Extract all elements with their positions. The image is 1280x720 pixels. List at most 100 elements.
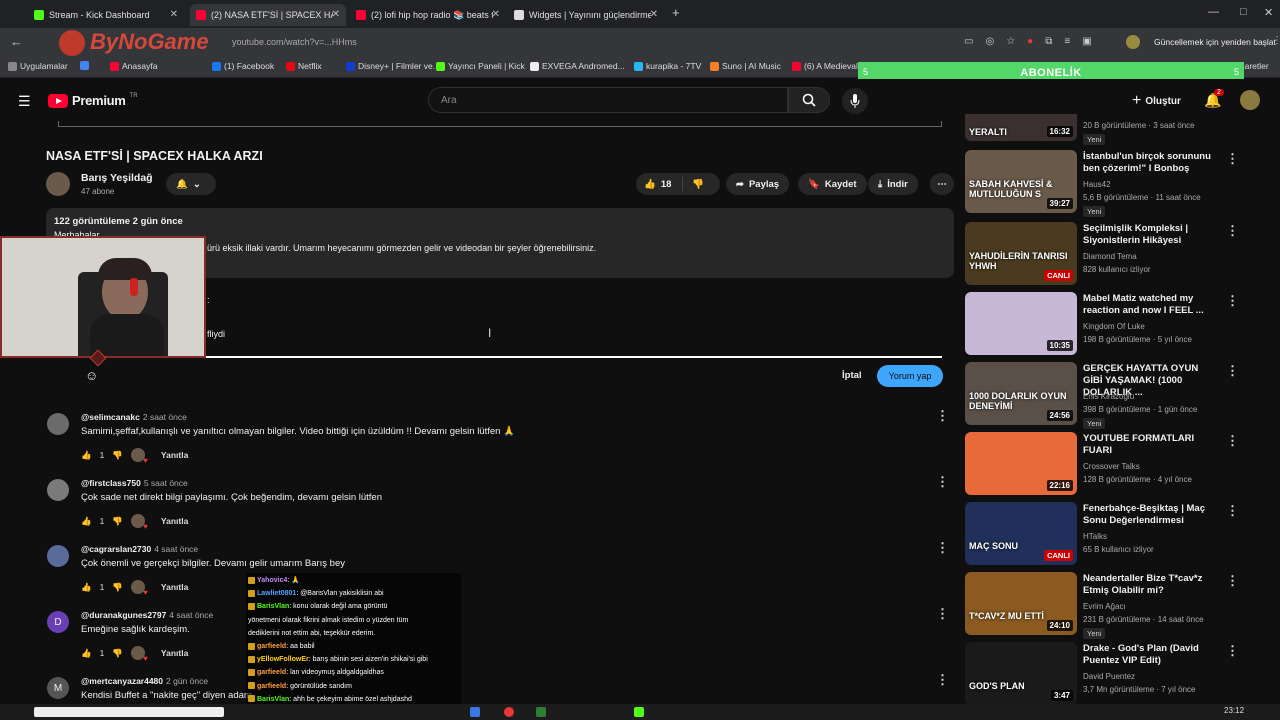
like-count[interactable]: 18 <box>661 179 672 190</box>
extension-icon[interactable]: ⧉ <box>1045 36 1052 47</box>
recommended-channel[interactable]: David Puentez <box>1083 670 1135 683</box>
video-thumbnail[interactable]: GOD'S PLAN 3:47 <box>965 642 1077 705</box>
video-menu-icon[interactable]: ⋮ <box>1226 151 1239 167</box>
video-thumbnail[interactable]: T*CAV*Z MU ETTİ 24:10 <box>965 572 1077 635</box>
recommended-channel[interactable]: Enis Kirazoglu <box>1083 390 1134 403</box>
comment-avatar[interactable] <box>47 545 69 567</box>
video-thumbnail[interactable]: SABAH KAHVESİ & MUTLULUĞUN S 39:27 <box>965 150 1077 213</box>
recommended-title[interactable]: YOUTUBE FORMATLARI FUARI <box>1083 433 1213 457</box>
thumb-up-icon[interactable]: 👍 <box>81 648 92 659</box>
recommended-title[interactable]: Drake - God's Plan (David Puentez VIP Ed… <box>1083 643 1213 667</box>
chat-username[interactable]: garfieeld <box>257 669 286 676</box>
reading-list-icon[interactable]: ≡ <box>1064 36 1070 47</box>
tab-close-icon[interactable]: ✕ <box>492 9 500 20</box>
video-menu-icon[interactable]: ⋮ <box>1226 643 1239 659</box>
taskbar-app-icon[interactable] <box>470 707 480 717</box>
bookmark-item[interactable]: Anasayfa <box>110 61 157 71</box>
video-thumbnail[interactable]: 10:35 <box>965 292 1077 355</box>
tab-close-icon[interactable]: ✕ <box>650 9 658 20</box>
minimize-icon[interactable]: — <box>1208 6 1219 18</box>
youtube-logo[interactable]: Premium TR <box>48 93 138 108</box>
tab-close-icon[interactable]: ✕ <box>332 9 340 20</box>
chat-username[interactable]: BarisVlan <box>257 603 289 610</box>
comment-author-name[interactable]: @cagrarslan2730 <box>81 544 151 554</box>
recommended-channel[interactable]: Kingdom Of Luke <box>1083 320 1145 333</box>
comment-menu-icon[interactable]: ⋮ <box>936 606 949 622</box>
url-text[interactable]: youtube.com/watch?v=...HHms <box>232 37 357 47</box>
close-window-icon[interactable]: ✕ <box>1264 6 1273 19</box>
comment-avatar[interactable]: D <box>47 611 69 633</box>
comment-author[interactable]: @duranakgunes2797 4 saat önce <box>81 610 213 620</box>
browser-tab[interactable]: Stream - Kick Dashboard ✕ <box>28 4 184 26</box>
reply-button[interactable]: Yanıtla <box>161 648 188 658</box>
profile-avatar[interactable] <box>1126 35 1140 49</box>
comment-time[interactable]: 5 saat önce <box>144 478 188 488</box>
chat-username[interactable]: yEllowFollowEr <box>257 656 309 663</box>
taskbar-app-icon[interactable] <box>634 707 644 717</box>
video-thumbnail[interactable]: YERALTI 16:32 <box>965 114 1077 141</box>
browser-tab[interactable]: (2) NASA ETF'Sİ | SPACEX HALKA✕ <box>190 4 346 26</box>
thumb-down-icon[interactable]: 👎 <box>112 582 123 593</box>
voice-search-button[interactable] <box>842 88 868 114</box>
eye-off-icon[interactable]: ◎ <box>985 36 994 47</box>
tab-search-icon[interactable]: ▣ <box>1082 36 1091 47</box>
thumb-up-icon[interactable]: 👍 <box>81 450 92 461</box>
channel-name[interactable]: Barış Yeşildağ <box>81 172 153 184</box>
recommended-channel[interactable]: Crossover Talks <box>1083 460 1140 473</box>
more-actions-button[interactable]: ⋯ <box>930 173 954 195</box>
video-menu-icon[interactable]: ⋮ <box>1226 433 1239 449</box>
recommended-title[interactable]: Seçilmişlik Kompleksi | Siyonistlerin Hi… <box>1083 223 1213 247</box>
search-button[interactable] <box>788 87 830 113</box>
bookmark-item[interactable] <box>80 61 92 70</box>
thumb-up-icon[interactable]: 👍 <box>81 582 92 593</box>
back-icon[interactable]: ← <box>10 34 23 49</box>
comment-menu-icon[interactable]: ⋮ <box>936 408 949 424</box>
taskbar-app-icon[interactable] <box>536 707 546 717</box>
chat-username[interactable]: Yahovic4 <box>257 577 287 584</box>
chat-username[interactable]: garfieeld <box>257 643 286 650</box>
comment-input-underline[interactable] <box>206 356 942 358</box>
update-restart-label[interactable]: Güncellemek için yeniden başlat <box>1154 37 1276 47</box>
comment-author-name[interactable]: @duranakgunes2797 <box>81 610 166 620</box>
tab-close-icon[interactable]: ✕ <box>170 9 178 20</box>
comment-time[interactable]: 2 gün önce <box>166 676 208 686</box>
comment-author-name[interactable]: @firstclass750 <box>81 478 141 488</box>
recommended-channel[interactable]: Diamond Tema <box>1083 250 1137 263</box>
account-avatar[interactable] <box>1240 90 1260 110</box>
bookmark-item[interactable]: Yayıncı Paneli | Kick <box>436 61 525 71</box>
share-button[interactable]: ➦ Paylaş <box>726 173 790 195</box>
recommended-title[interactable]: Mabel Matiz watched my reaction and now … <box>1083 293 1213 317</box>
comment-menu-icon[interactable]: ⋮ <box>936 540 949 556</box>
comment-avatar[interactable] <box>47 413 69 435</box>
new-tab-icon[interactable]: + <box>672 5 680 20</box>
bookmark-item[interactable]: Uygulamalar <box>8 61 68 71</box>
search-input[interactable]: Ara <box>428 87 788 113</box>
comment-author[interactable]: @mertcanyazar4480 2 gün önce <box>81 676 208 686</box>
video-thumbnail[interactable]: YAHUDİLERİN TANRISI YHWH CANLI <box>965 222 1077 285</box>
bookmark-item[interactable]: Disney+ | Filmler ve... <box>346 61 440 71</box>
video-thumbnail[interactable]: 1000 DOLARLIK OYUN DENEYİMİ 24:56 <box>965 362 1077 425</box>
browser-tab[interactable]: (2) lofi hip hop radio 📚 beats t ✕ <box>350 4 506 26</box>
thumb-down-icon[interactable]: 👎 <box>112 450 123 461</box>
browser-tab[interactable]: Widgets | Yayınını güçlendirme ✕ <box>508 4 664 26</box>
recommended-channel[interactable]: HTalks <box>1083 530 1107 543</box>
subscribed-bell-button[interactable]: 🔔 ⌄ <box>166 173 216 195</box>
bookmark-item[interactable]: EXVEGA Andromed... <box>530 61 625 71</box>
bookmark-item[interactable]: kurapika - 7TV <box>634 61 701 71</box>
thumb-up-icon[interactable]: 👍 <box>81 516 92 527</box>
comment-author[interactable]: @cagrarslan2730 4 saat önce <box>81 544 198 554</box>
cancel-comment-button[interactable]: İptal <box>842 370 862 381</box>
comment-avatar[interactable] <box>47 479 69 501</box>
bookmark-item[interactable]: Netflix <box>286 61 322 71</box>
thumb-down-icon[interactable]: 👎 <box>112 648 123 659</box>
comment-author-name[interactable]: @selimcanakc <box>81 412 140 422</box>
comment-avatar[interactable]: M <box>47 677 69 699</box>
comment-author-name[interactable]: @mertcanyazar4480 <box>81 676 163 686</box>
recommended-channel[interactable]: Evrim Ağacı <box>1083 600 1126 613</box>
comment-author[interactable]: @selimcanakc 2 saat önce <box>81 412 187 422</box>
cast-icon[interactable]: ▭ <box>964 36 973 47</box>
chat-username[interactable]: Lawliet0801 <box>257 590 296 597</box>
chat-username[interactable]: BarisVlan <box>257 696 289 703</box>
comment-menu-icon[interactable]: ⋮ <box>936 672 949 688</box>
emoji-picker-icon[interactable]: ☺ <box>85 368 98 383</box>
